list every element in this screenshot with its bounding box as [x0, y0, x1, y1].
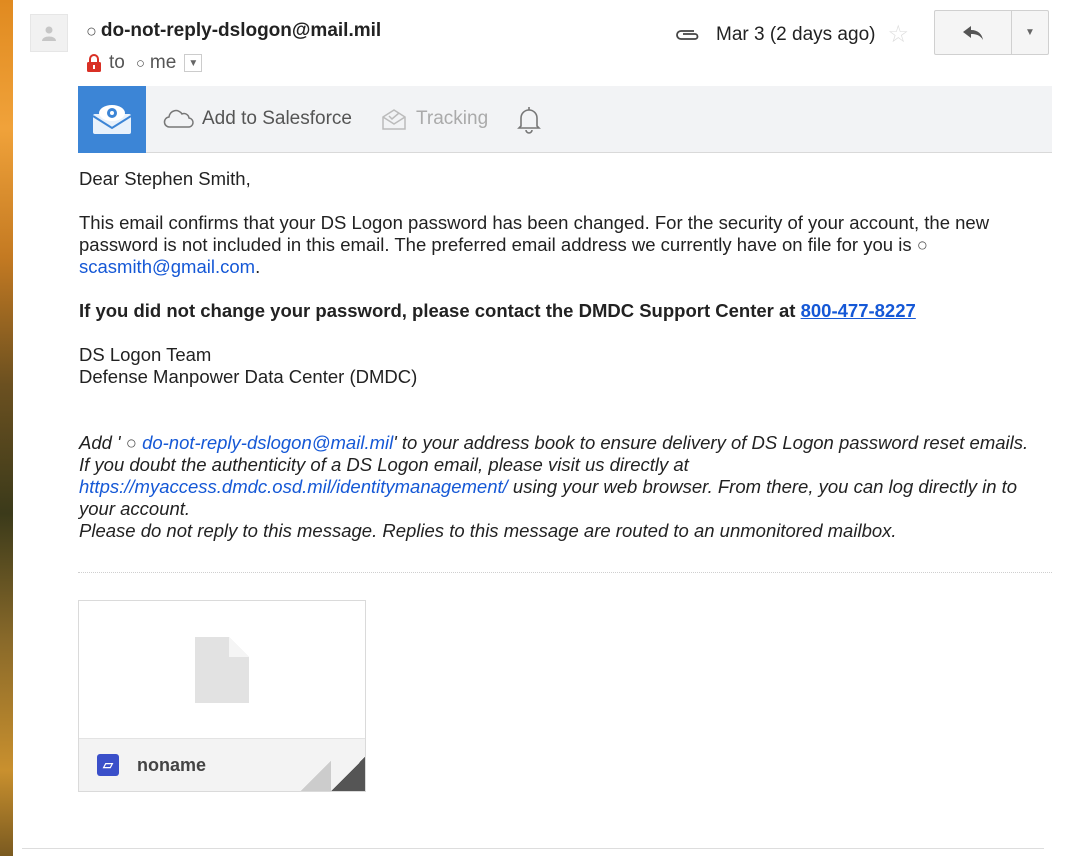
sender-avatar[interactable] [30, 14, 68, 52]
message-meta: Mar 3 (2 days ago) ☆ [674, 20, 909, 49]
file-icon [195, 637, 249, 703]
message-body: Dear Stephen Smith, This email confirms … [79, 168, 1039, 542]
page-corner-icon [331, 757, 365, 791]
message-date: Mar 3 (2 days ago) [716, 23, 876, 45]
bell-icon [517, 107, 542, 134]
lock-icon [87, 54, 101, 72]
tracking-envelope-icon [382, 109, 406, 130]
warning-text: If you did not change your password, ple… [79, 300, 801, 321]
star-icon[interactable]: ☆ [887, 20, 909, 49]
page-fold-shadow [301, 761, 331, 791]
footer-sender-link[interactable]: do-not-reply-dslogon@mail.mil [142, 432, 393, 453]
confirmation-paragraph: This email confirms that your DS Logon p… [79, 212, 1039, 278]
warning-paragraph: If you did not change your password, ple… [79, 300, 1039, 322]
paperclip-icon [676, 29, 699, 40]
to-label: to [109, 52, 125, 73]
attachment-card[interactable]: ▱ noname [78, 600, 366, 792]
presence-circle-icon: ○ [86, 20, 97, 41]
recipient-name[interactable]: me [150, 52, 176, 74]
recipient-row: to ○ me ▼ [86, 52, 203, 74]
add-to-salesforce-label: Add to Salesforce [202, 108, 352, 129]
signature-org: Defense Manpower Data Center (DMDC) [79, 366, 418, 387]
envelope-eye-icon [92, 105, 132, 134]
file-type-icon: ▱ [97, 754, 119, 776]
confirmation-text: This email confirms that your DS Logon p… [79, 212, 990, 255]
reply-button-group: ▼ [934, 10, 1049, 55]
identity-management-link[interactable]: https://myaccess.dmdc.osd.mil/identityma… [79, 476, 508, 497]
add-to-salesforce-button[interactable]: Add to Salesforce [162, 108, 352, 130]
reminder-button[interactable] [514, 104, 544, 134]
no-reply-notice: Please do not reply to this message. Rep… [79, 520, 897, 541]
recipient-details-dropdown[interactable]: ▼ [184, 54, 203, 72]
attachment-name: noname [137, 754, 207, 775]
chevron-down-icon: ▼ [1025, 27, 1035, 38]
tracking-button[interactable]: Tracking [380, 107, 488, 131]
confirmation-end: . [255, 256, 261, 277]
address-book-paragraph: Add ' ○ do-not-reply-dslogon@mail.mil' t… [79, 432, 1039, 520]
desktop-background-strip [0, 0, 13, 856]
footer-add-start: Add ' [79, 432, 121, 453]
reply-button[interactable] [935, 11, 1012, 54]
message-bottom-border [22, 848, 1044, 849]
extension-logo[interactable] [78, 85, 146, 153]
support-phone-link[interactable]: 800-477-8227 [801, 300, 916, 321]
attachment-preview [79, 601, 365, 739]
presence-circle-icon: ○ [135, 54, 145, 72]
more-actions-button[interactable]: ▼ [1012, 11, 1048, 54]
signature-team: DS Logon Team [79, 344, 212, 365]
attachment-divider [78, 572, 1052, 573]
tracking-label: Tracking [415, 108, 489, 129]
sender-address[interactable]: do-not-reply-dslogon@mail.mil [101, 20, 381, 42]
sender-row: ○ do-not-reply-dslogon@mail.mil [86, 20, 381, 42]
greeting: Dear Stephen Smith, [79, 168, 251, 189]
reply-arrow-icon [963, 25, 983, 40]
preferred-email-link[interactable]: scasmith@gmail.com [79, 256, 255, 277]
extension-toolbar: Add to Salesforce Tracking [78, 85, 1052, 153]
chevron-down-icon: ▼ [188, 57, 199, 69]
cloud-icon [163, 109, 194, 128]
presence-circle-icon: ○ [120, 432, 143, 453]
person-icon [42, 26, 56, 41]
presence-circle-icon: ○ [916, 234, 928, 255]
